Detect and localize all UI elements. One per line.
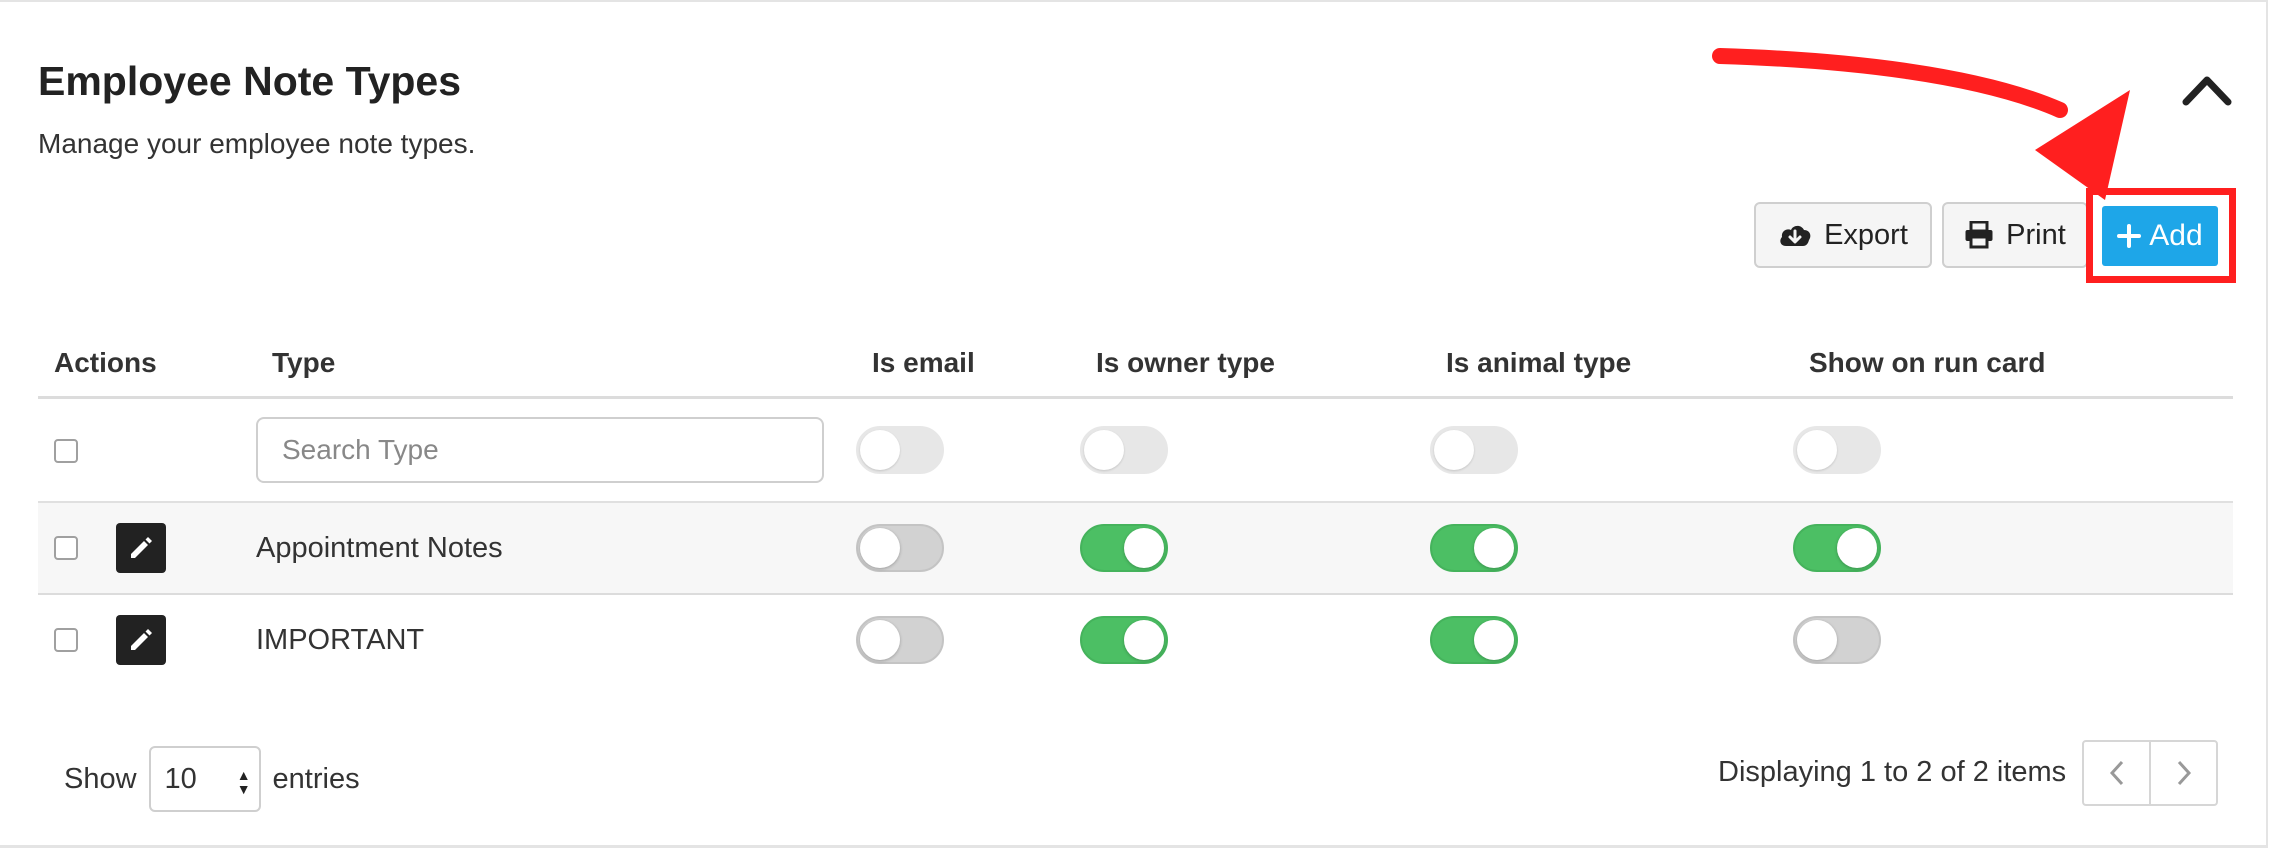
pagination: [2082, 740, 2218, 806]
edit-button[interactable]: [116, 615, 166, 665]
entries-label: entries: [272, 762, 360, 795]
column-header-actions: Actions: [38, 330, 256, 399]
print-button[interactable]: Print: [1942, 202, 2088, 268]
export-label: Export: [1824, 218, 1908, 251]
is-animal-type-toggle[interactable]: [1430, 616, 1518, 664]
column-header-type: Type: [256, 330, 856, 399]
is-animal-type-toggle[interactable]: [1430, 524, 1518, 572]
filter-row: [38, 397, 2233, 503]
filter-is-email-toggle[interactable]: [856, 426, 944, 474]
filter-show-on-run-card-toggle[interactable]: [1793, 426, 1881, 474]
chevron-left-icon: [2109, 760, 2123, 786]
show-on-run-card-toggle[interactable]: [1793, 616, 1881, 664]
row-type: Appointment Notes: [256, 502, 856, 595]
table-header-row: Actions Type Is email Is owner type Is a…: [38, 330, 2233, 399]
row-checkbox[interactable]: [54, 536, 78, 560]
next-page-button[interactable]: [2149, 742, 2216, 804]
is-email-toggle[interactable]: [856, 524, 944, 572]
cloud-download-icon: [1780, 225, 1811, 246]
pencil-icon: [131, 629, 152, 650]
column-header-is-owner-type: Is owner type: [1080, 330, 1430, 399]
page-size-select[interactable]: 10 ▲ ▼: [148, 746, 261, 812]
show-label: Show: [64, 762, 137, 795]
column-header-is-animal-type: Is animal type: [1430, 330, 1793, 399]
table-row: IMPORTANT: [38, 594, 2233, 685]
show-on-run-card-toggle[interactable]: [1793, 524, 1881, 572]
pagination-info: Displaying 1 to 2 of 2 items: [1718, 756, 2067, 788]
row-checkbox[interactable]: [54, 628, 78, 652]
edit-button[interactable]: [116, 523, 166, 573]
page-size-value: 10: [164, 762, 197, 795]
search-type-input[interactable]: [256, 417, 824, 483]
column-header-is-email: Is email: [856, 330, 1080, 399]
table-row: Appointment Notes: [38, 502, 2233, 595]
page-size-control: Show 10 ▲ ▼ entries: [64, 746, 360, 812]
printer-icon: [1965, 221, 1993, 249]
pencil-icon: [131, 537, 152, 558]
select-arrows-icon: ▲ ▼: [236, 767, 251, 797]
chevron-right-icon: [2177, 760, 2191, 786]
page: Employee Note Types Manage your employee…: [0, 0, 2272, 854]
print-label: Print: [2006, 218, 2066, 251]
is-owner-type-toggle[interactable]: [1080, 616, 1168, 664]
annotation-highlight-box: [2086, 188, 2236, 283]
note-types-table: Actions Type Is email Is owner type Is a…: [38, 330, 2233, 685]
select-all-checkbox[interactable]: [54, 438, 78, 463]
page-title: Employee Note Types: [38, 58, 462, 104]
is-owner-type-toggle[interactable]: [1080, 524, 1168, 572]
page-subtitle: Manage your employee note types.: [38, 128, 476, 159]
export-button[interactable]: Export: [1754, 202, 1932, 268]
filter-is-animal-type-toggle[interactable]: [1430, 426, 1518, 474]
column-header-show-on-run-card: Show on run card: [1793, 330, 2233, 399]
row-type: IMPORTANT: [256, 623, 425, 656]
filter-is-owner-type-toggle[interactable]: [1080, 426, 1168, 474]
is-email-toggle[interactable]: [856, 616, 944, 664]
previous-page-button[interactable]: [2084, 742, 2149, 804]
